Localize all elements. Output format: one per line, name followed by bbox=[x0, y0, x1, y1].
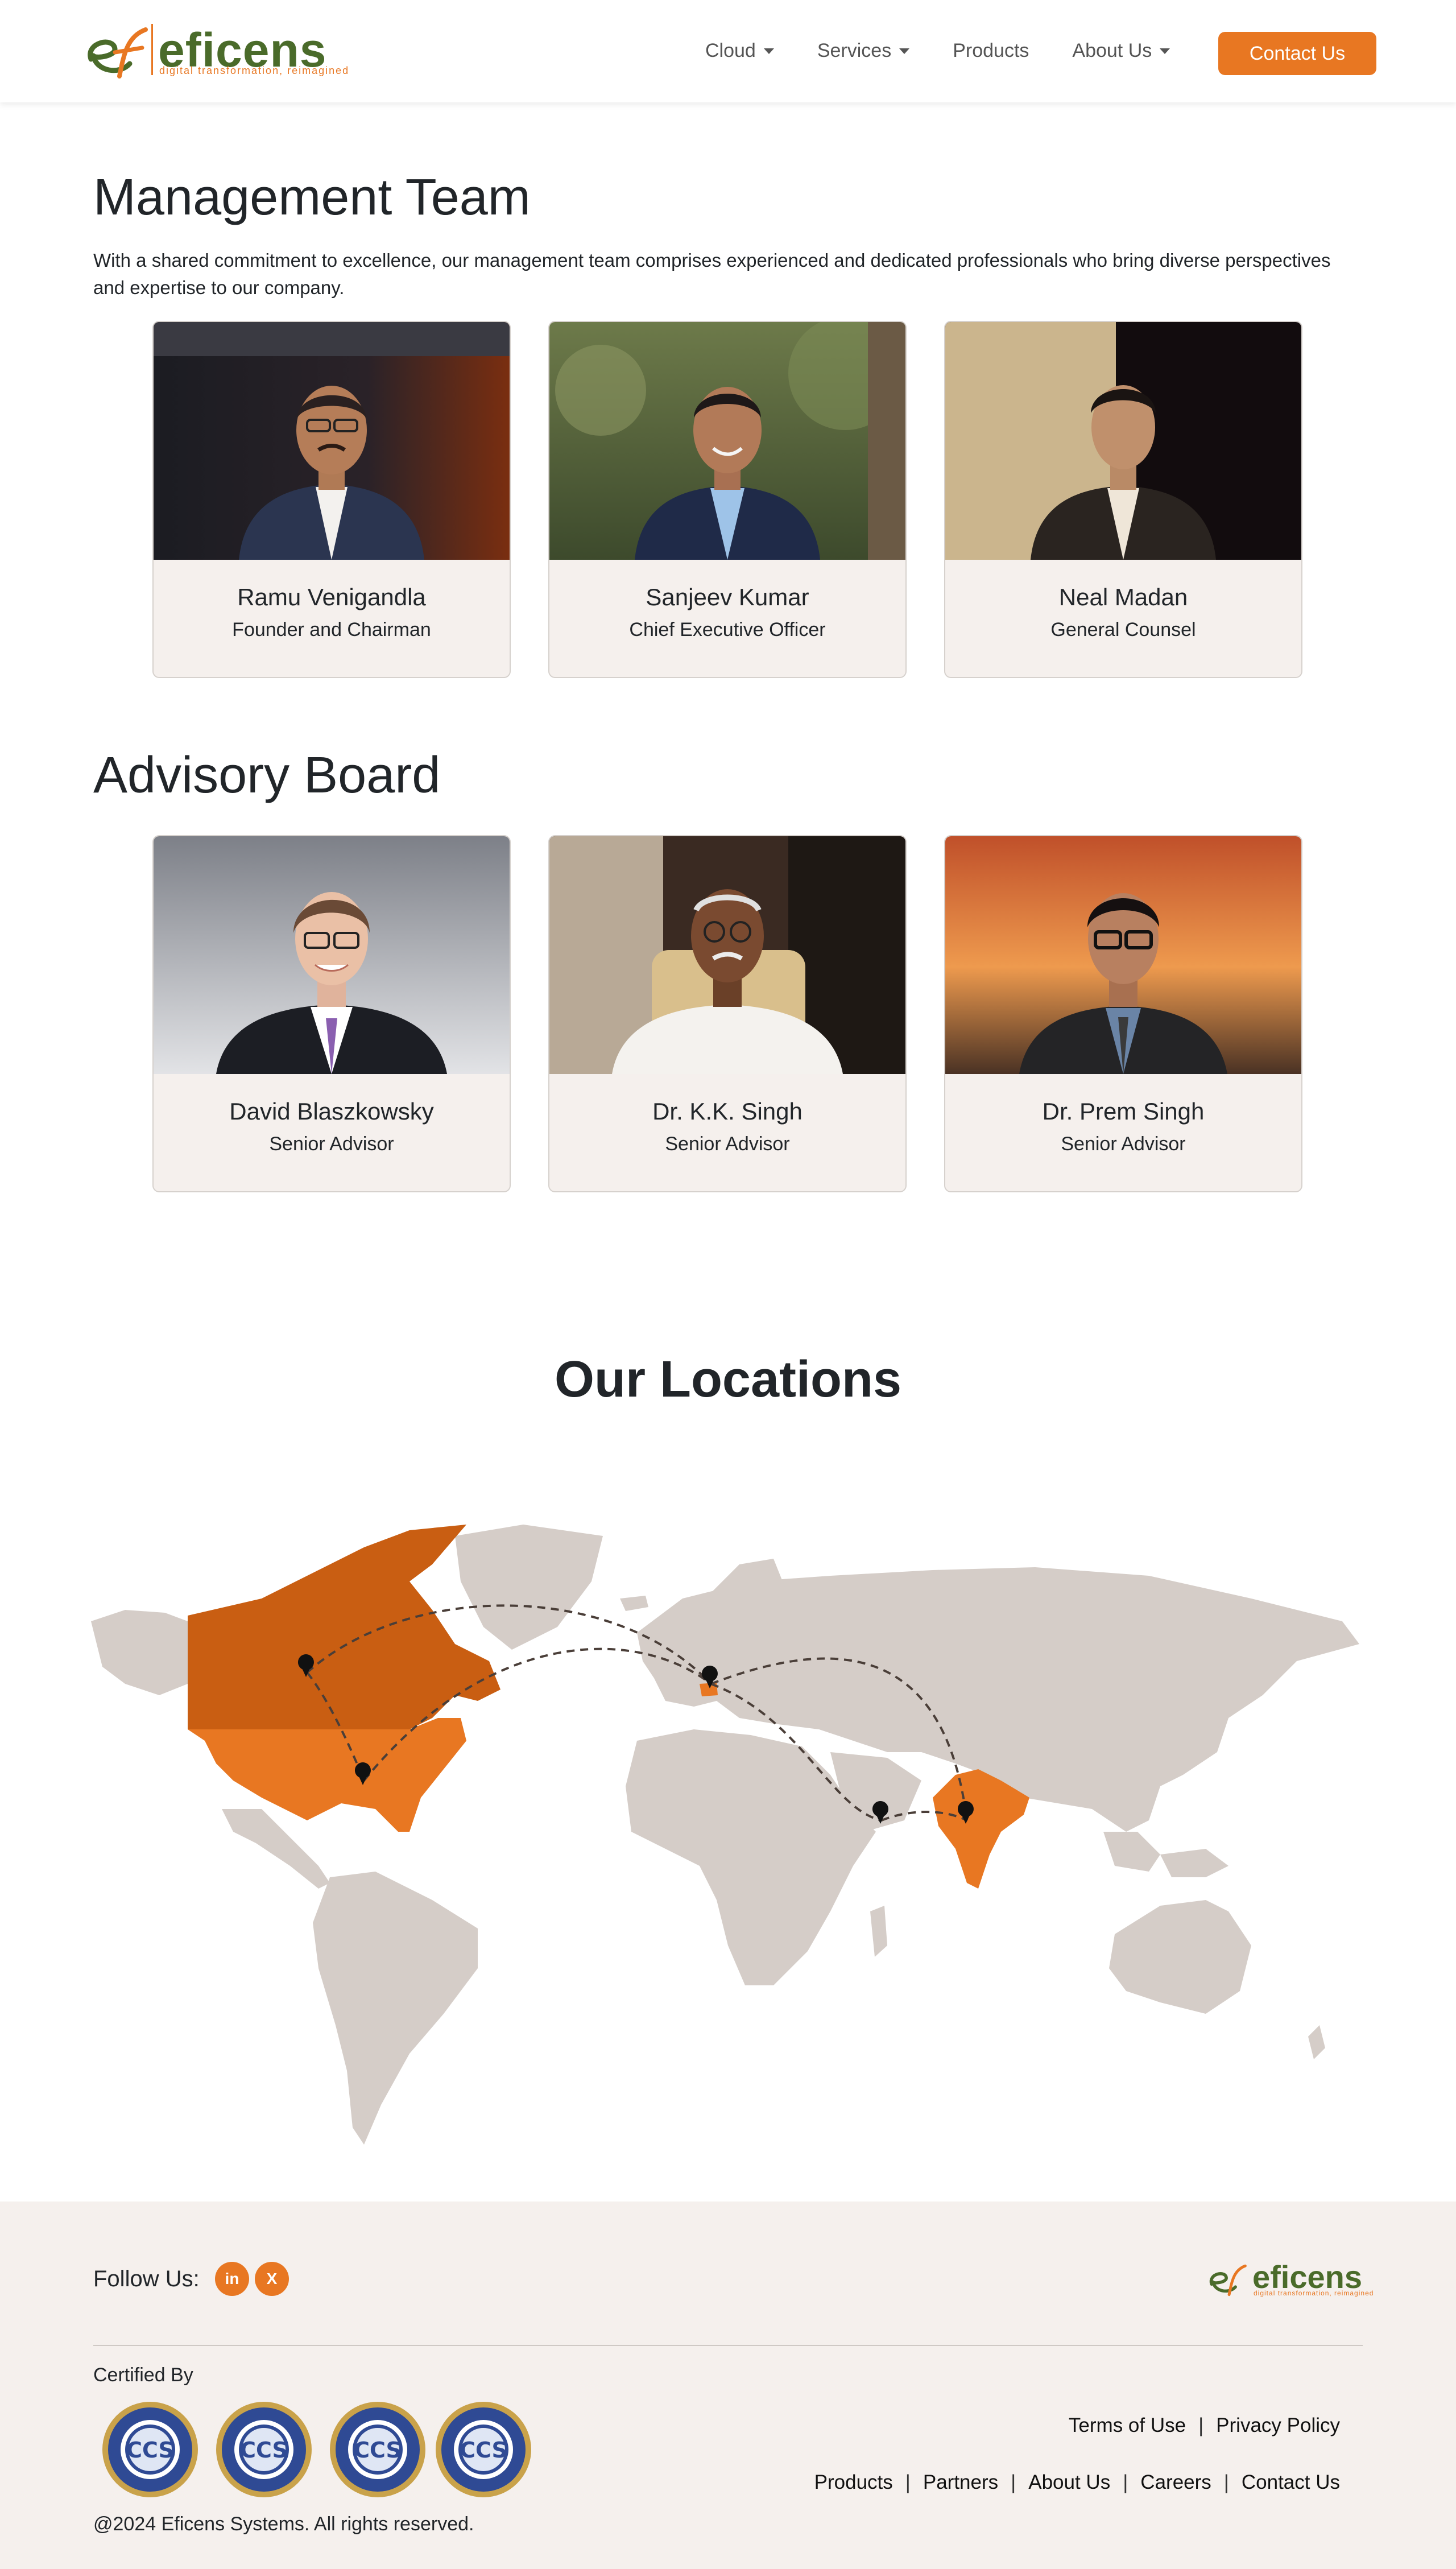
advisor-card: David Blaszkowsky Senior Advisor bbox=[152, 835, 511, 1192]
canada-region bbox=[188, 1525, 500, 1729]
member-role: General Counsel bbox=[1050, 619, 1196, 641]
footer-partners-link[interactable]: Partners bbox=[923, 2471, 998, 2494]
member-role: Senior Advisor bbox=[665, 1133, 790, 1155]
member-name: David Blaszkowsky bbox=[229, 1098, 434, 1125]
badge-text: CCS bbox=[354, 2438, 402, 2463]
eficens-logo-mark-icon bbox=[88, 27, 148, 79]
logo-divider bbox=[151, 24, 153, 75]
member-role: Senior Advisor bbox=[269, 1133, 394, 1155]
brand-logo[interactable]: eficens digital transformation, reimagin… bbox=[80, 19, 348, 82]
badge-text: CCS bbox=[126, 2438, 174, 2463]
advisor-card: Dr. Prem Singh Senior Advisor bbox=[944, 835, 1302, 1192]
badge-text: CCS bbox=[460, 2438, 507, 2463]
main-nav: Cloud Services Products About Us bbox=[705, 40, 1213, 62]
footer-about-us-link[interactable]: About Us bbox=[1028, 2471, 1110, 2494]
link-separator: | bbox=[1123, 2471, 1128, 2493]
portrait-photo bbox=[549, 836, 905, 1074]
portrait-photo bbox=[945, 836, 1301, 1074]
management-title: Management Team bbox=[93, 169, 531, 226]
nav-item-label: Cloud bbox=[705, 40, 756, 61]
member-role: Senior Advisor bbox=[1061, 1133, 1186, 1155]
member-name: Dr. K.K. Singh bbox=[652, 1098, 803, 1125]
advisor-card: Dr. K.K. Singh Senior Advisor bbox=[548, 835, 907, 1192]
link-separator: | bbox=[1011, 2471, 1016, 2493]
member-name: Sanjeev Kumar bbox=[646, 584, 809, 610]
eficens-logo-mark-icon bbox=[1209, 2264, 1247, 2297]
caret-down-icon bbox=[1160, 48, 1170, 54]
team-card: Sanjeev Kumar Chief Executive Officer bbox=[548, 321, 907, 678]
caret-down-icon bbox=[899, 48, 910, 54]
portrait-photo bbox=[154, 836, 510, 1074]
team-card: Neal Madan General Counsel bbox=[944, 321, 1302, 678]
x-icon[interactable]: X bbox=[255, 2262, 289, 2296]
footer-divider bbox=[93, 2345, 1363, 2346]
link-separator: | bbox=[905, 2471, 911, 2493]
nav-item-about-us[interactable]: About Us bbox=[1072, 40, 1170, 62]
member-name: Dr. Prem Singh bbox=[1042, 1098, 1205, 1125]
footer-logo[interactable]: eficens digital transformation, reimagin… bbox=[1205, 2257, 1373, 2303]
footer-products-link[interactable]: Products bbox=[814, 2471, 893, 2494]
world-locations-map bbox=[91, 1525, 1359, 2145]
caret-down-icon bbox=[763, 48, 774, 54]
nav-item-products[interactable]: Products bbox=[953, 40, 1029, 62]
ccs-certification-badge-icon: CCS bbox=[216, 2402, 312, 2497]
badge-text: CCS bbox=[240, 2438, 288, 2463]
link-separator: | bbox=[1198, 2414, 1204, 2436]
team-card: Ramu Venigandla Founder and Chairman bbox=[152, 321, 511, 678]
ccs-certification-badge-icon: CCS bbox=[102, 2402, 198, 2497]
ccs-certification-badge-icon: CCS bbox=[436, 2402, 531, 2497]
management-intro: With a shared commitment to excellence, … bbox=[93, 250, 1331, 298]
nav-item-services[interactable]: Services bbox=[817, 40, 910, 62]
locations-title: Our Locations bbox=[554, 1351, 902, 1408]
top-navbar: eficens digital transformation, reimagin… bbox=[0, 0, 1456, 102]
portrait-photo bbox=[945, 322, 1301, 560]
footer-brand-tagline: digital transformation, reimagined bbox=[1254, 2289, 1374, 2297]
portrait-photo bbox=[549, 322, 905, 560]
linkedin-icon[interactable]: in bbox=[215, 2262, 249, 2296]
footer-contact-us-link[interactable]: Contact Us bbox=[1242, 2471, 1340, 2494]
nav-item-label: Products bbox=[953, 40, 1029, 61]
privacy-policy-link[interactable]: Privacy Policy bbox=[1216, 2414, 1340, 2437]
site-footer: Follow Us: in X eficens digital transfor… bbox=[0, 2202, 1456, 2569]
member-name: Neal Madan bbox=[1058, 584, 1188, 610]
ccs-certification-badge-icon: CCS bbox=[330, 2402, 425, 2497]
brand-tagline: digital transformation, reimagined bbox=[159, 65, 350, 76]
nav-item-label: Services bbox=[817, 40, 892, 61]
copyright-text: @2024 Eficens Systems. All rights reserv… bbox=[93, 2513, 474, 2535]
nav-item-cloud[interactable]: Cloud bbox=[705, 40, 774, 62]
portrait-photo bbox=[154, 322, 510, 560]
member-name: Ramu Venigandla bbox=[237, 584, 426, 610]
member-role: Chief Executive Officer bbox=[629, 619, 826, 641]
contact-us-button[interactable]: Contact Us bbox=[1218, 32, 1376, 75]
footer-careers-link[interactable]: Careers bbox=[1140, 2471, 1211, 2494]
footer-nav-links: Products | Partners | About Us | Careers… bbox=[814, 2471, 1340, 2494]
certified-by-label: Certified By bbox=[93, 2364, 193, 2386]
follow-us-label: Follow Us: bbox=[93, 2266, 200, 2291]
member-role: Founder and Chairman bbox=[232, 619, 431, 641]
advisory-title: Advisory Board bbox=[93, 747, 441, 804]
terms-of-use-link[interactable]: Terms of Use bbox=[1069, 2414, 1186, 2437]
nav-item-label: About Us bbox=[1072, 40, 1152, 61]
link-separator: | bbox=[1223, 2471, 1229, 2493]
footer-legal-links: Terms of Use | Privacy Policy bbox=[1069, 2414, 1340, 2437]
